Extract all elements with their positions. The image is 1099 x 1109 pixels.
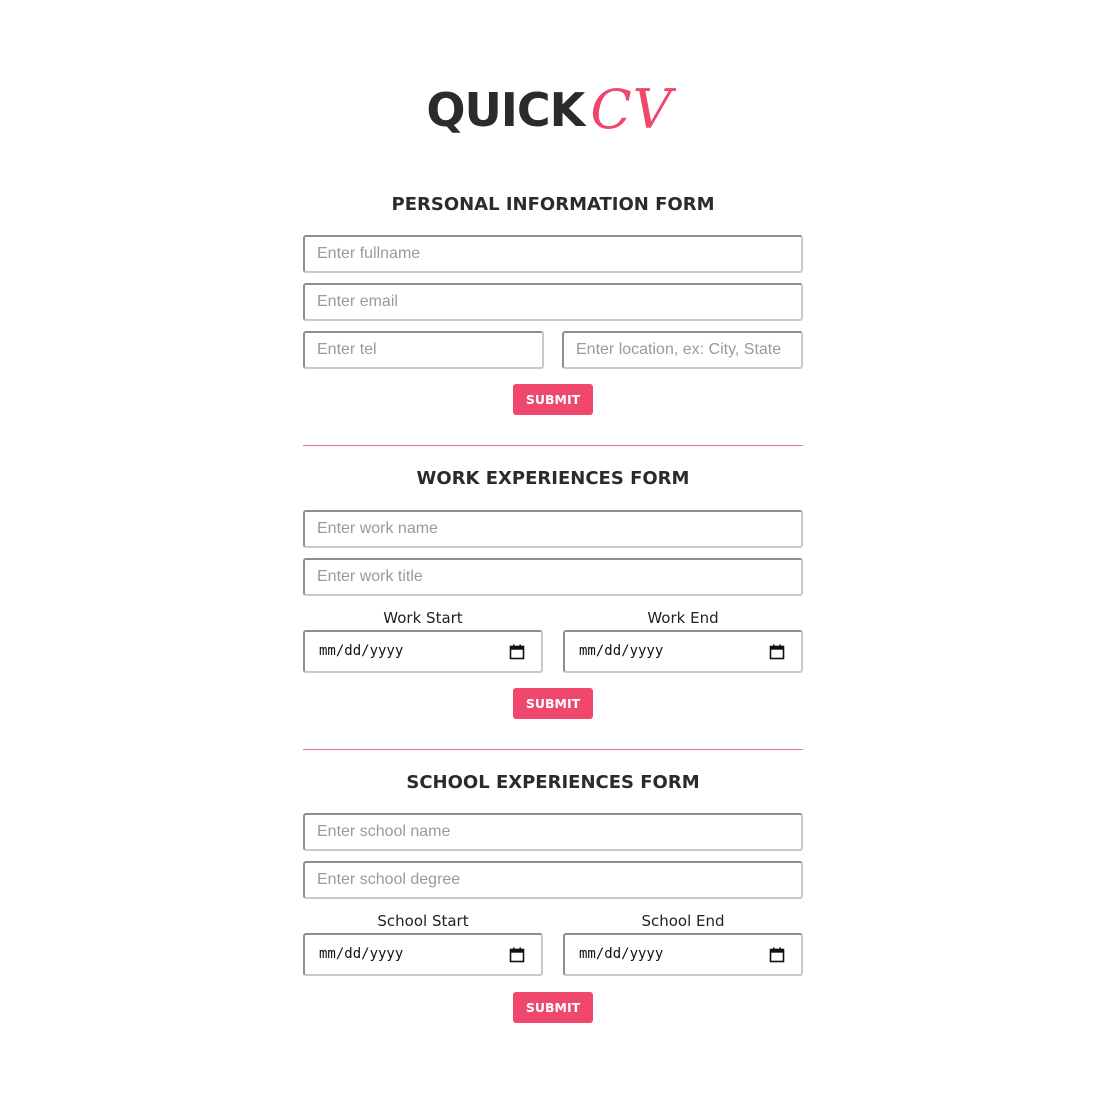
school-form-title: SCHOOL EXPERIENCES FORM <box>406 772 700 793</box>
school-degree-input[interactable] <box>303 861 803 899</box>
work-submit-button[interactable]: SUBMIT <box>513 688 593 719</box>
logo-quick-text: QUICK <box>426 83 585 137</box>
school-submit-button[interactable]: SUBMIT <box>513 992 593 1023</box>
school-name-input[interactable] <box>303 813 803 851</box>
school-start-date-input[interactable]: mm/dd/yyyy <box>303 933 543 976</box>
app-logo: QUICK CV <box>0 80 1099 140</box>
location-input[interactable] <box>562 331 803 369</box>
school-end-date-input[interactable]: mm/dd/yyyy <box>563 933 803 976</box>
personal-information-form: PERSONAL INFORMATION FORM SUBMIT <box>303 192 803 417</box>
fullname-input[interactable] <box>303 235 803 273</box>
calendar-icon[interactable] <box>509 947 525 963</box>
section-divider <box>303 445 803 446</box>
school-end-label: School End <box>641 912 725 930</box>
section-divider <box>303 749 803 750</box>
work-start-date-format: mm/dd/yyyy <box>319 643 404 659</box>
calendar-icon[interactable] <box>769 644 785 660</box>
calendar-icon[interactable] <box>509 644 525 660</box>
work-start-label: Work Start <box>383 609 463 627</box>
logo-cv-text: CV <box>590 78 673 141</box>
work-start-date-input[interactable]: mm/dd/yyyy <box>303 630 543 673</box>
personal-submit-button[interactable]: SUBMIT <box>513 384 593 415</box>
work-name-input[interactable] <box>303 510 803 548</box>
school-start-date-format: mm/dd/yyyy <box>319 946 404 962</box>
tel-input[interactable] <box>303 331 544 369</box>
work-title-input[interactable] <box>303 558 803 596</box>
school-end-date-format: mm/dd/yyyy <box>579 946 664 962</box>
work-end-date-input[interactable]: mm/dd/yyyy <box>563 630 803 673</box>
page: QUICKCV PERSONAL INFORMATION FORM SUBMIT… <box>0 0 1099 1109</box>
calendar-icon[interactable] <box>769 947 785 963</box>
school-start-label: School Start <box>377 912 469 930</box>
email-input[interactable] <box>303 283 803 321</box>
personal-form-title: PERSONAL INFORMATION FORM <box>391 194 715 215</box>
work-experiences-form: WORK EXPERIENCES FORM Work Start Work En… <box>303 466 803 721</box>
work-end-label: Work End <box>647 609 719 627</box>
school-experiences-form: SCHOOL EXPERIENCES FORM School Start Sch… <box>303 770 803 1025</box>
work-form-title: WORK EXPERIENCES FORM <box>416 468 690 489</box>
work-end-date-format: mm/dd/yyyy <box>579 643 664 659</box>
